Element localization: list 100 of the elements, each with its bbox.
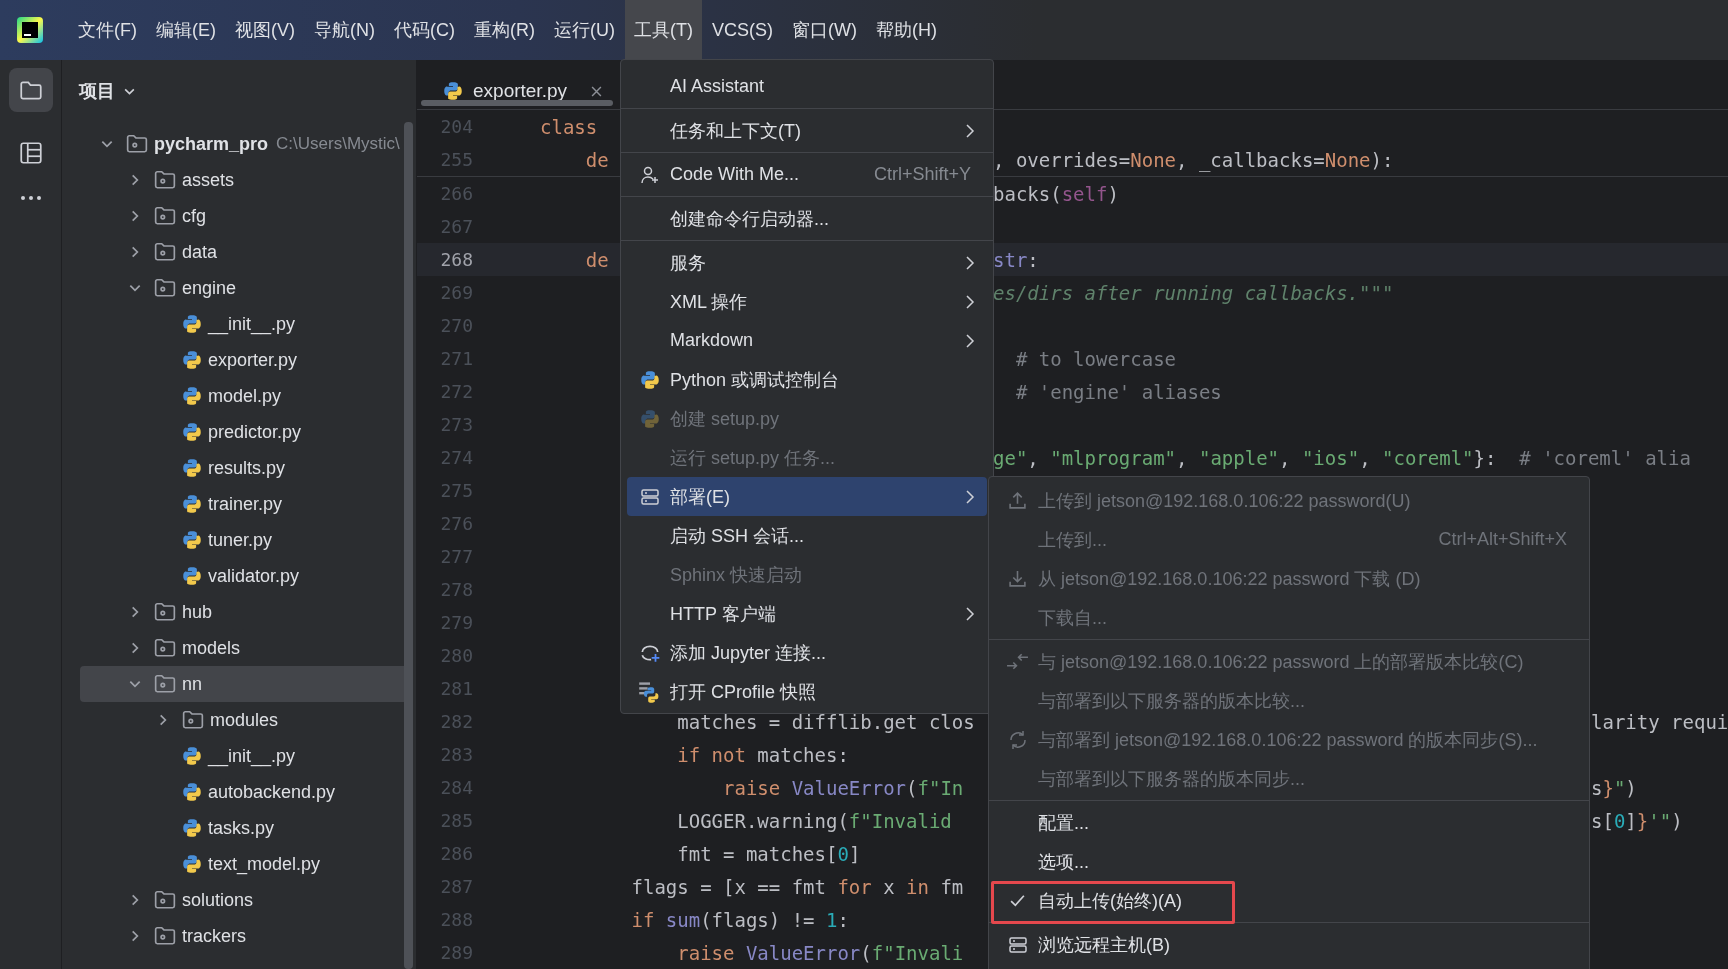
tree-item[interactable]: data	[80, 234, 408, 270]
menu-item[interactable]: XML 操作	[627, 282, 987, 321]
menu-item[interactable]: AI Assistant	[627, 67, 987, 106]
tab-scrollbar[interactable]	[421, 100, 613, 106]
code-line: matches = difflib.get_clos	[676, 710, 975, 733]
menu-bar-item[interactable]: 运行(U)	[545, 0, 624, 60]
tree-item[interactable]: cfg	[80, 198, 408, 234]
menu-item[interactable]: 选项...	[995, 842, 1583, 881]
person-add-icon	[639, 164, 660, 185]
python-icon	[443, 81, 463, 101]
tree-item[interactable]: predictor.py	[80, 414, 408, 450]
folder-icon	[154, 890, 176, 910]
tree-item[interactable]: trainer.py	[80, 486, 408, 522]
menu-item[interactable]: 任务和上下文(T)	[627, 111, 987, 150]
menu-item[interactable]: 打开 CProfile 快照	[627, 672, 987, 711]
tree-item[interactable]: engine	[80, 270, 408, 306]
tree-item[interactable]: exporter.py	[80, 342, 408, 378]
sync-icon	[1007, 729, 1028, 750]
python-icon	[182, 854, 202, 874]
tree-item[interactable]: models	[80, 630, 408, 666]
menu-bar-item[interactable]: 帮助(H)	[866, 0, 946, 60]
python-icon	[182, 566, 202, 586]
menu-item[interactable]: 添加 Jupyter 连接...	[627, 633, 987, 672]
line-number: 268	[439, 249, 473, 270]
python-icon	[182, 422, 202, 442]
menu-item[interactable]: Python 或调试控制台	[627, 360, 987, 399]
server-icon	[1007, 934, 1028, 955]
code-line: raise ValueError(f"In	[722, 776, 964, 799]
code-line: larity requi	[1591, 710, 1728, 733]
code-line: raise ValueError(f"Invali	[676, 941, 964, 964]
menu-item[interactable]: 配置...	[995, 803, 1583, 842]
editor-tab[interactable]: exporter.py	[435, 70, 610, 112]
code-line: if not matches:	[676, 743, 849, 766]
tree-item[interactable]: __init__.py	[80, 306, 408, 342]
server-icon	[639, 486, 660, 507]
menu-bar-item[interactable]: VCS(S)	[702, 0, 782, 60]
python-icon	[182, 350, 202, 370]
app-logo-icon	[17, 17, 43, 43]
menu-item[interactable]: 浏览远程主机(B)	[995, 925, 1583, 964]
project-folder-icon[interactable]	[8, 68, 53, 112]
menu-bar-item[interactable]: 重构(R)	[465, 0, 544, 60]
folder-icon	[126, 134, 148, 154]
code-line: s[0]}'")	[1591, 809, 1683, 832]
code-line: class	[540, 115, 598, 138]
code-line: if sum(flags) != 1:	[630, 908, 849, 931]
python-icon	[182, 746, 202, 766]
tree-item[interactable]: solutions	[80, 882, 408, 918]
tree-item[interactable]: __init__.py	[80, 738, 408, 774]
close-icon[interactable]	[591, 85, 602, 97]
menu-item[interactable]: 服务	[627, 243, 987, 282]
tree-item[interactable]: trackers	[80, 918, 408, 954]
tree-item[interactable]: autobackend.py	[80, 774, 408, 810]
code-line: s}")	[1591, 776, 1637, 799]
menu-item[interactable]: 创建命令行启动器...	[627, 199, 987, 238]
menu-bar-item[interactable]: 导航(N)	[305, 0, 384, 60]
menu-item[interactable]: Markdown	[627, 321, 987, 360]
menu-item[interactable]: 部署(E)	[627, 477, 987, 516]
folder-icon	[154, 206, 176, 226]
python-icon	[182, 314, 202, 334]
menu-item[interactable]: 自动上传(始终)(A)	[995, 881, 1583, 920]
scrollbar[interactable]	[404, 122, 413, 969]
code-line: fmt = matches[0]	[676, 842, 861, 865]
shortcut-text: Ctrl+Alt+Shift+X	[1438, 529, 1567, 550]
python-icon	[182, 386, 202, 406]
tree-item[interactable]: model.py	[80, 378, 408, 414]
folder-icon	[154, 170, 176, 190]
panel-title[interactable]: 项目	[79, 79, 115, 103]
tree-item[interactable]: text_model.py	[80, 846, 408, 882]
python-icon	[639, 369, 660, 390]
folder-icon	[154, 242, 176, 262]
tree-item[interactable]: validator.py	[80, 558, 408, 594]
tree-item[interactable]: tasks.py	[80, 810, 408, 846]
menu-bar-item[interactable]: 工具(T)	[625, 0, 702, 60]
python-icon	[182, 458, 202, 478]
menu-bar-item[interactable]: 视图(V)	[226, 0, 304, 60]
python-icon	[182, 782, 202, 802]
tree-item[interactable]: assets	[80, 162, 408, 198]
code-line: # to lowercase	[1014, 347, 1177, 370]
python-icon	[182, 530, 202, 550]
menu-bar-item[interactable]: 文件(F)	[69, 0, 146, 60]
menu-bar-item[interactable]: 代码(C)	[385, 0, 464, 60]
menu-bar-item[interactable]: 编辑(E)	[147, 0, 225, 60]
structure-icon[interactable]	[17, 140, 44, 166]
tree-item[interactable]: tuner.py	[80, 522, 408, 558]
tree-item[interactable]: pycharm_pro C:\Users\Mystic\	[80, 126, 408, 162]
menu-item[interactable]: HTTP 客户端	[627, 594, 987, 633]
code-line: backs(self)	[993, 182, 1119, 205]
code-line: , overrides=None, _callbacks=None):	[993, 148, 1394, 171]
menu-bar-item[interactable]: 窗口(W)	[783, 0, 866, 60]
menu-item[interactable]: Code With Me... Ctrl+Shift+Y	[627, 155, 987, 194]
tree-item[interactable]: modules	[80, 702, 408, 738]
folder-icon	[154, 638, 176, 658]
menu-item[interactable]: 启动 SSH 会话...	[627, 516, 987, 555]
folder-icon	[154, 278, 176, 298]
python-icon	[182, 818, 202, 838]
tree-item[interactable]: results.py	[80, 450, 408, 486]
shortcut-text: Ctrl+Shift+Y	[873, 164, 971, 185]
code-line: es/dirs after running callbacks."""	[993, 281, 1394, 304]
path-text: C:\Users\Mystic\	[276, 134, 400, 154]
tree-item[interactable]: hub	[80, 594, 408, 630]
